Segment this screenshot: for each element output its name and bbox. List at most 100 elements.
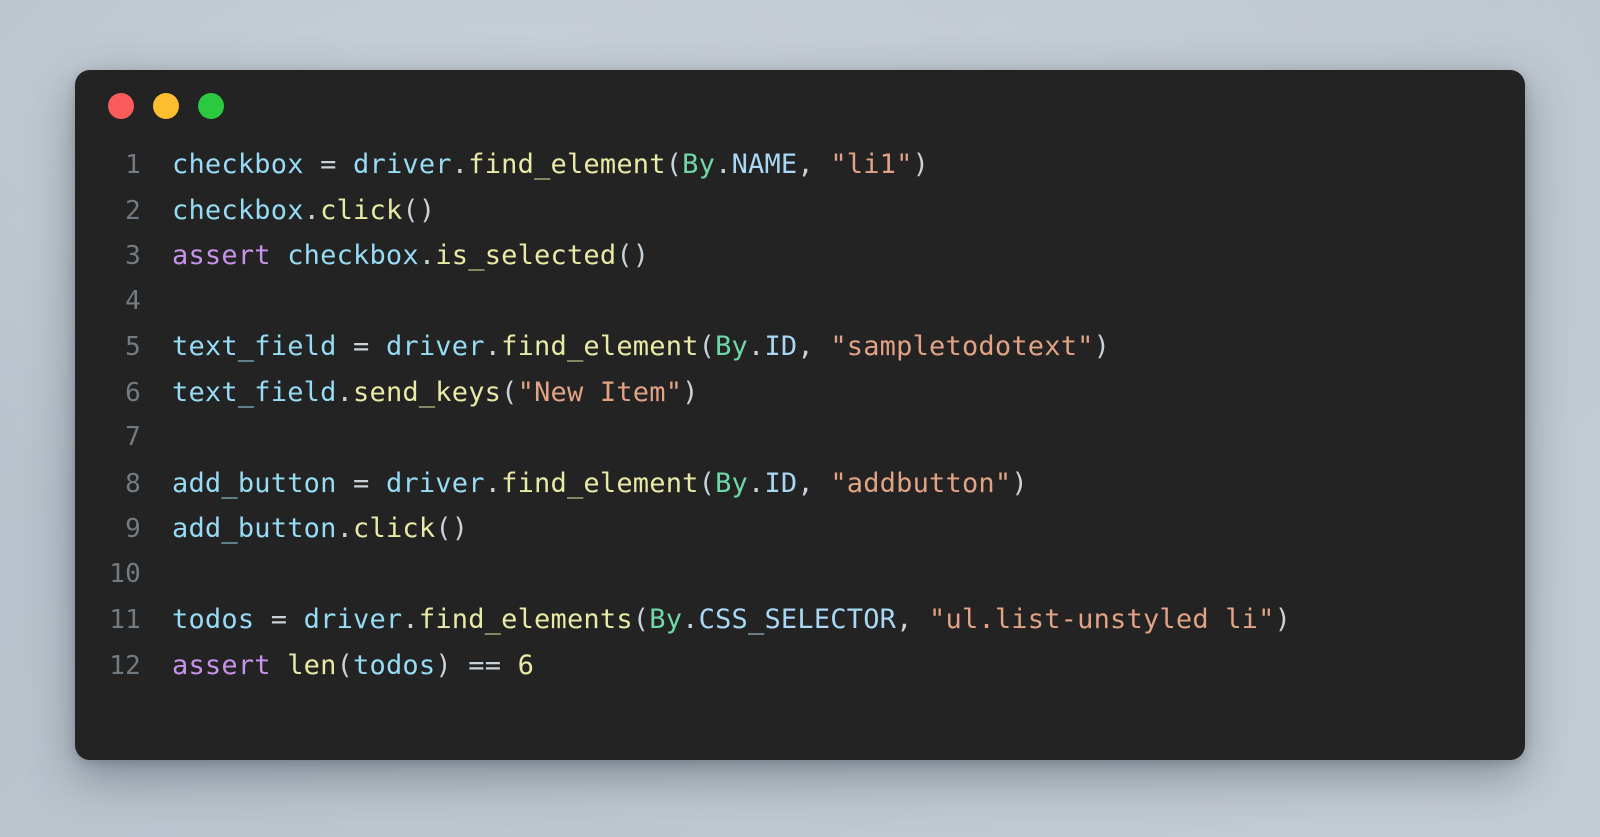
- code-token: ID: [764, 331, 798, 362]
- code-token: ,: [896, 604, 930, 635]
- code-token: ): [912, 149, 930, 180]
- line-content[interactable]: add_button = driver.find_element(By.ID, …: [172, 461, 1028, 507]
- code-token: ): [1093, 331, 1111, 362]
- line-content[interactable]: assert len(todos) == 6: [172, 643, 534, 689]
- code-line[interactable]: 9 add_button.click(): [75, 506, 1525, 552]
- line-number: 8: [125, 468, 141, 499]
- code-token: checkbox: [172, 149, 304, 180]
- code-token: click: [353, 513, 436, 544]
- line-number: 7: [125, 422, 141, 452]
- code-token: =: [254, 604, 304, 635]
- code-line[interactable]: 5 text_field = driver.find_element(By.ID,…: [75, 324, 1525, 370]
- window-titlebar: [75, 70, 1525, 142]
- line-number: 2: [125, 195, 141, 226]
- code-token: driver: [353, 149, 452, 180]
- line-number: 9: [125, 514, 141, 544]
- code-token: (): [402, 194, 436, 226]
- line-content[interactable]: assert checkbox.is_selected(): [172, 233, 649, 279]
- line-number: 6: [125, 377, 141, 408]
- code-editor[interactable]: 1 checkbox = driver.find_element(By.NAME,…: [75, 142, 1525, 688]
- code-token: CSS_SELECTOR: [698, 604, 897, 635]
- code-token: .: [336, 513, 354, 544]
- line-number: 4: [125, 285, 141, 316]
- code-line[interactable]: 6 text_field.send_keys("New Item"): [75, 370, 1525, 416]
- code-token: .: [748, 331, 765, 362]
- line-number: 12: [109, 650, 141, 681]
- code-token: (: [501, 376, 518, 408]
- code-token: By: [682, 149, 716, 180]
- code-token: send_keys: [353, 376, 502, 408]
- code-token: NAME: [731, 149, 798, 180]
- code-token: todos: [353, 649, 436, 681]
- line-content[interactable]: todos = driver.find_elements(By.CSS_SELE…: [172, 597, 1291, 643]
- code-token: =: [336, 467, 386, 499]
- code-line[interactable]: 3 assert checkbox.is_selected(): [75, 233, 1525, 279]
- line-content[interactable]: checkbox = driver.find_element(By.NAME, …: [172, 142, 929, 188]
- code-token: "sampletodotext": [830, 331, 1094, 362]
- code-token: By: [715, 331, 748, 362]
- code-token: ): [1274, 604, 1292, 635]
- code-token: find_element: [501, 467, 699, 499]
- code-token: (: [336, 649, 354, 681]
- code-token: (): [616, 240, 650, 271]
- code-token: By: [715, 467, 748, 499]
- code-line[interactable]: 10: [75, 552, 1525, 598]
- code-token: .: [484, 467, 502, 499]
- code-token: (): [435, 513, 469, 544]
- line-content[interactable]: add_button.click(): [172, 506, 468, 552]
- code-token: ) ==: [435, 649, 518, 681]
- line-number: 11: [109, 605, 141, 635]
- code-line[interactable]: 2 checkbox.click(): [75, 188, 1525, 234]
- code-line[interactable]: 7: [75, 415, 1525, 461]
- line-content[interactable]: text_field = driver.find_element(By.ID, …: [172, 324, 1110, 370]
- code-token: find_element: [501, 331, 699, 362]
- code-token: "addbutton": [830, 467, 1012, 499]
- code-token: .: [402, 604, 419, 635]
- code-token: (: [698, 467, 716, 499]
- code-token: is_selected: [435, 240, 617, 271]
- code-token: driver: [385, 467, 485, 499]
- code-token: .: [303, 194, 321, 226]
- line-content[interactable]: text_field.send_keys("New Item"): [172, 370, 699, 416]
- line-number: 10: [109, 558, 141, 589]
- code-token: 6: [517, 649, 535, 681]
- code-token: ,: [797, 467, 831, 499]
- code-token: (: [698, 331, 716, 362]
- code-token: "li1": [830, 149, 913, 180]
- code-token: add_button: [172, 513, 337, 544]
- code-token: add_button: [172, 467, 337, 499]
- code-token: .: [336, 376, 354, 408]
- line-content[interactable]: checkbox.click(): [172, 188, 435, 234]
- maximize-button[interactable]: [198, 93, 224, 119]
- code-token: .: [418, 240, 436, 271]
- line-number: 1: [125, 150, 141, 180]
- code-token: ): [682, 376, 699, 408]
- code-token: .: [484, 331, 502, 362]
- code-token: checkbox: [287, 240, 419, 271]
- code-line[interactable]: 1 checkbox = driver.find_element(By.NAME,…: [75, 142, 1525, 188]
- code-token: ID: [764, 467, 798, 499]
- close-button[interactable]: [108, 93, 134, 119]
- line-number: 5: [125, 332, 141, 362]
- code-token: .: [715, 149, 732, 180]
- code-token: =: [303, 149, 354, 180]
- code-token: .: [682, 604, 699, 635]
- code-token: checkbox: [172, 194, 304, 226]
- code-token: ,: [797, 149, 831, 180]
- code-line[interactable]: 11 todos = driver.find_elements(By.CSS_SE…: [75, 597, 1525, 643]
- minimize-button[interactable]: [153, 93, 179, 119]
- code-line[interactable]: 4: [75, 279, 1525, 325]
- code-window: 1 checkbox = driver.find_element(By.NAME,…: [75, 70, 1525, 760]
- code-line[interactable]: 8 add_button = driver.find_element(By.ID,…: [75, 461, 1525, 507]
- code-token: "New Item": [517, 376, 683, 408]
- code-token: click: [320, 194, 403, 226]
- code-token: (: [665, 149, 683, 180]
- line-number: 3: [125, 241, 141, 271]
- code-token: "ul.list-unstyled li": [929, 604, 1275, 635]
- code-token: .: [748, 467, 765, 499]
- code-token: ,: [797, 331, 831, 362]
- code-token: assert: [172, 240, 271, 271]
- code-line[interactable]: 12 assert len(todos) == 6: [75, 643, 1525, 689]
- code-token: assert: [172, 649, 271, 681]
